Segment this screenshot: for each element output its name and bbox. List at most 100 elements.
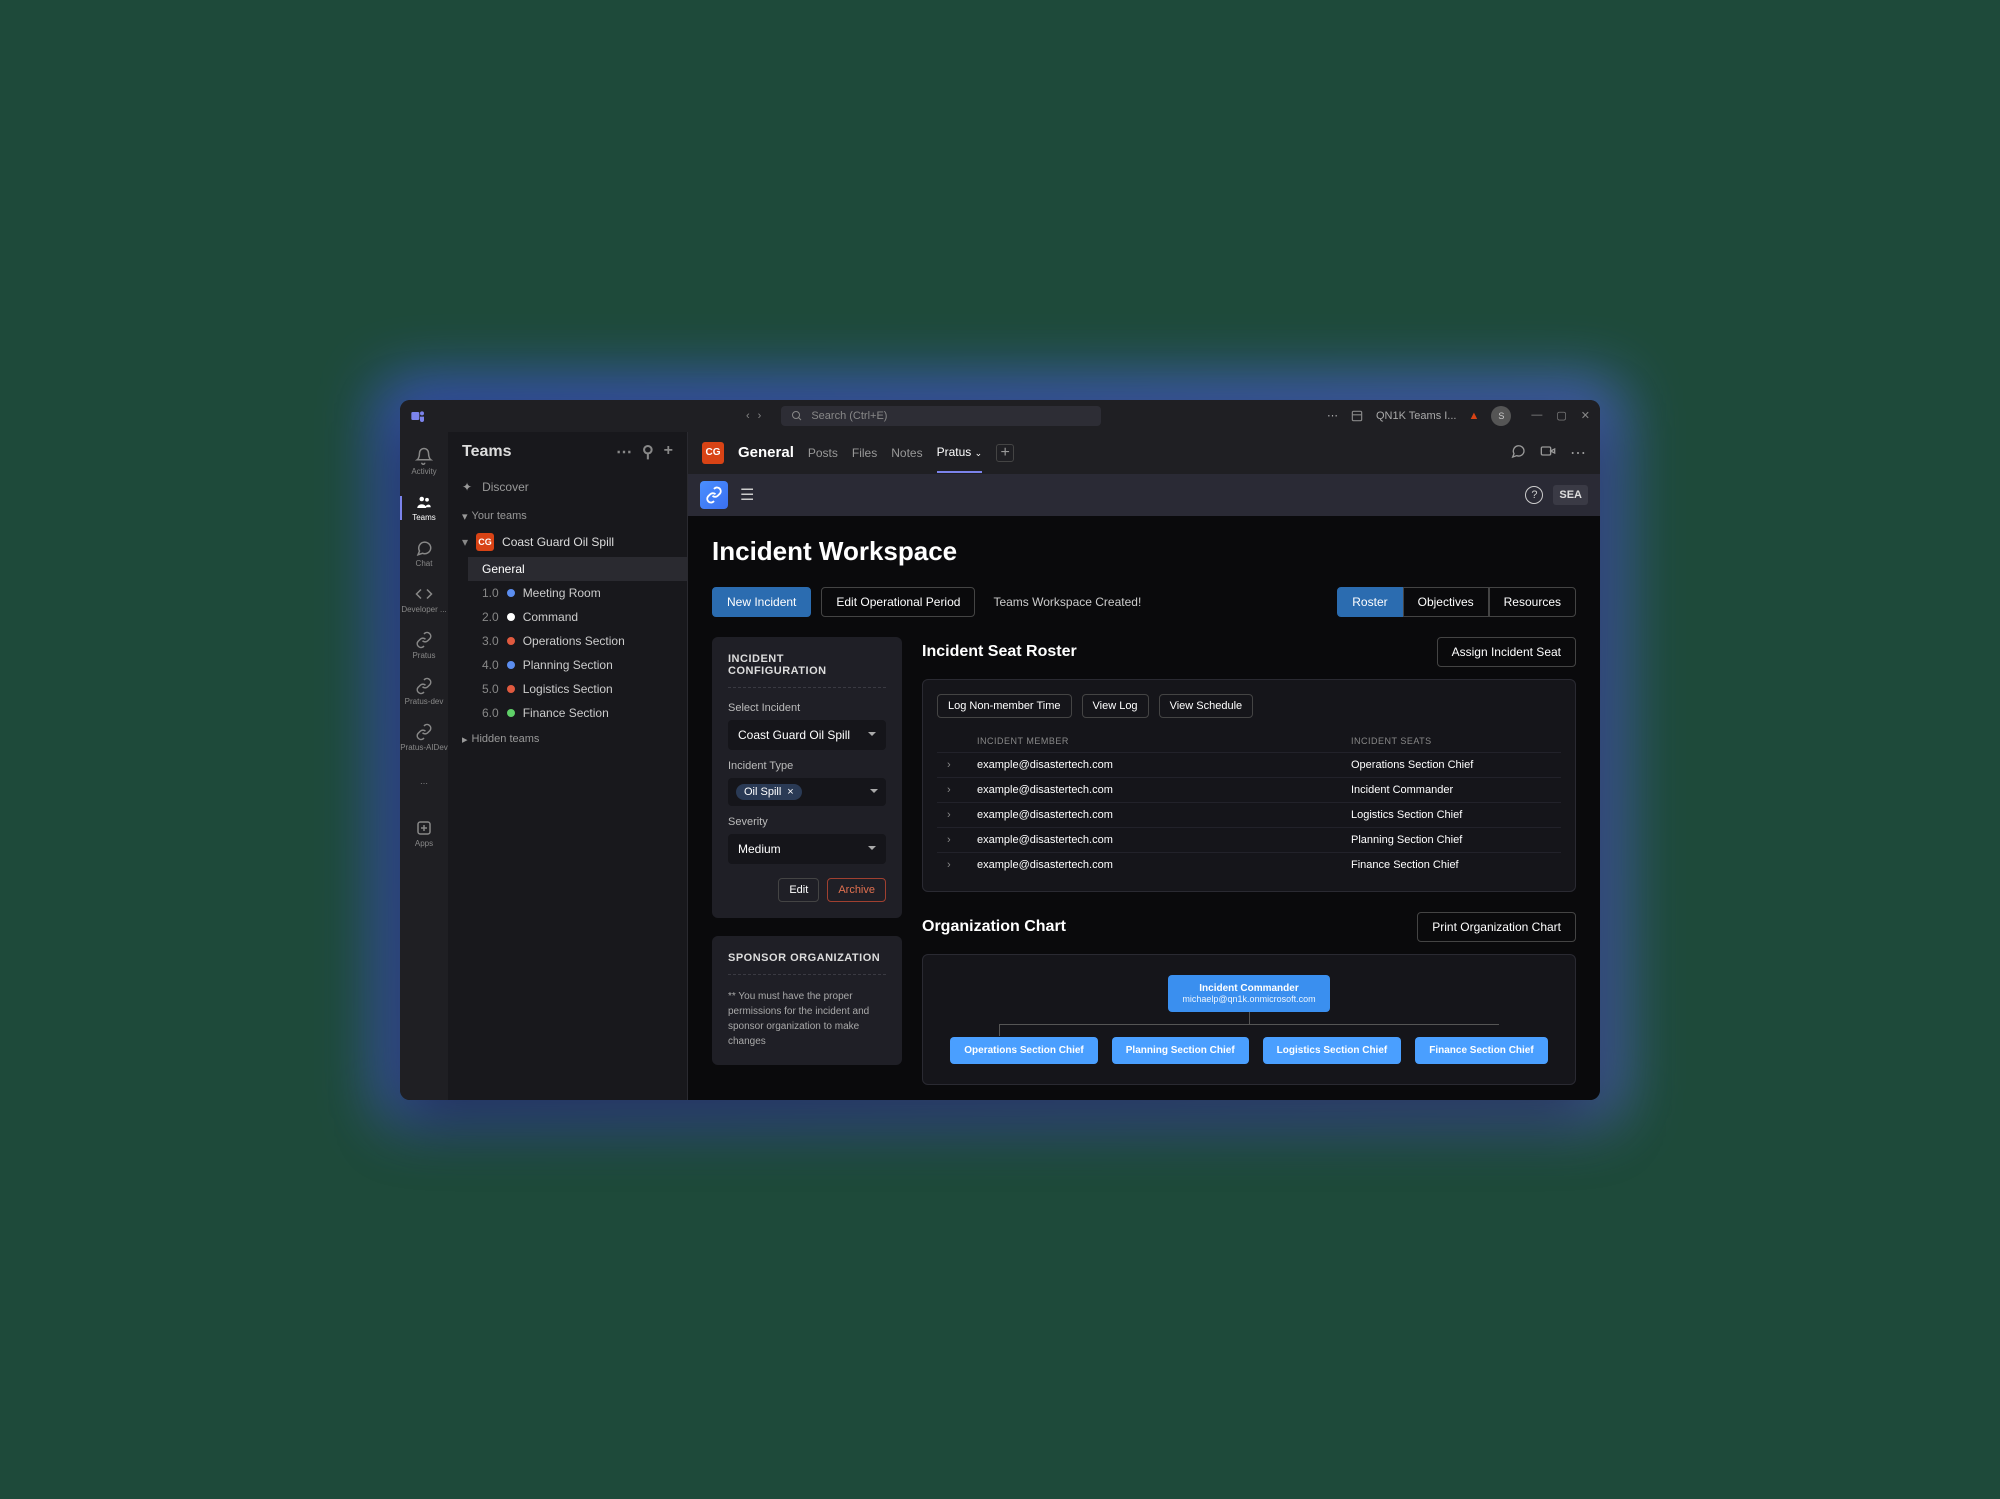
expand-icon[interactable]: ›: [947, 859, 951, 871]
add-team-icon[interactable]: +: [664, 442, 673, 462]
rail-activity[interactable]: Activity: [400, 440, 448, 484]
avatar[interactable]: S: [1491, 406, 1511, 426]
org-node[interactable]: Logistics Section Chief: [1263, 1037, 1402, 1064]
select-incident-dropdown[interactable]: Coast Guard Oil Spill: [728, 720, 886, 750]
org-node[interactable]: Planning Section Chief: [1112, 1037, 1249, 1064]
channel-header: CG General Posts Files Notes Pratus ⌄ + …: [688, 432, 1600, 474]
print-org-button[interactable]: Print Organization Chart: [1417, 912, 1576, 942]
message-icon[interactable]: [1510, 443, 1526, 459]
nav-forward-icon[interactable]: ›: [758, 410, 762, 422]
channel-item[interactable]: 5.0Logistics Section: [468, 677, 687, 701]
roster-card: Log Non-member Time View Log View Schedu…: [922, 679, 1576, 892]
view-tabs: Roster Objectives Resources: [1337, 587, 1576, 617]
rail-apps[interactable]: Apps: [400, 812, 448, 856]
discover-link[interactable]: ✦ Discover: [448, 472, 687, 502]
view-log-button[interactable]: View Log: [1082, 694, 1149, 718]
rail-teams[interactable]: Teams: [400, 486, 448, 530]
help-icon[interactable]: ?: [1525, 486, 1543, 504]
table-row: › example@disastertech.com Planning Sect…: [937, 827, 1561, 852]
chevron-down-icon: [868, 846, 876, 854]
select-incident-label: Select Incident: [728, 702, 886, 714]
channel-area: CG General Posts Files Notes Pratus ⌄ + …: [688, 432, 1600, 1100]
remove-tag-icon[interactable]: ×: [787, 786, 793, 798]
channel-item[interactable]: 6.0Finance Section: [468, 701, 687, 725]
tab-files[interactable]: Files: [852, 434, 877, 472]
table-row: › example@disastertech.com Operations Se…: [937, 752, 1561, 777]
hamburger-icon[interactable]: ☰: [740, 485, 754, 505]
more-icon[interactable]: ⋯: [616, 442, 632, 462]
expand-icon[interactable]: ›: [947, 784, 951, 796]
user-badge[interactable]: SEA: [1553, 485, 1588, 505]
more-icon[interactable]: ⋯: [1327, 409, 1338, 422]
rail-pratus-dev[interactable]: Pratus-dev: [400, 670, 448, 714]
expand-icon[interactable]: ›: [947, 834, 951, 846]
teams-sidebar: Teams ⋯ ⚲ + ✦ Discover ▾ Your teams ▾ CG…: [448, 432, 688, 1100]
org-node[interactable]: Finance Section Chief: [1415, 1037, 1547, 1064]
channel-item[interactable]: 2.0Command: [468, 605, 687, 629]
chevron-down-icon: ⌄: [975, 448, 983, 458]
expand-icon[interactable]: ›: [947, 759, 951, 771]
new-incident-button[interactable]: New Incident: [712, 587, 811, 617]
link-icon: [415, 723, 433, 741]
tab-notes[interactable]: Notes: [891, 434, 922, 472]
org-chart: Incident Commander michaelp@qn1k.onmicro…: [922, 954, 1576, 1085]
incident-config-card: INCIDENT CONFIGURATION Select Incident C…: [712, 637, 902, 918]
tab-roster[interactable]: Roster: [1337, 587, 1402, 617]
table-row: › example@disastertech.com Finance Secti…: [937, 852, 1561, 877]
severity-dropdown[interactable]: Medium: [728, 834, 886, 864]
incident-type-label: Incident Type: [728, 760, 886, 772]
search-placeholder: Search (Ctrl+E): [811, 410, 887, 422]
col-member-header: INCIDENT MEMBER: [977, 736, 1351, 746]
org-label[interactable]: QN1K Teams I...: [1376, 410, 1457, 422]
status-dot-icon: [507, 685, 515, 693]
maximize-icon[interactable]: ▢: [1556, 409, 1566, 422]
team-item[interactable]: ▾ CG Coast Guard Oil Spill: [448, 527, 687, 557]
table-row: › example@disastertech.com Incident Comm…: [937, 777, 1561, 802]
search-input[interactable]: Search (Ctrl+E): [781, 406, 1101, 426]
minimize-icon[interactable]: —: [1531, 409, 1542, 422]
nav-back-icon[interactable]: ‹: [746, 410, 750, 422]
tab-pratus[interactable]: Pratus ⌄: [937, 433, 983, 473]
sponsor-org-card: SPONSOR ORGANIZATION ** You must have th…: [712, 936, 902, 1065]
expand-icon[interactable]: ›: [947, 809, 951, 821]
more-icon[interactable]: ⋯: [1570, 443, 1586, 463]
status-dot-icon: [507, 709, 515, 717]
assign-seat-button[interactable]: Assign Incident Seat: [1437, 637, 1576, 667]
team-name: Coast Guard Oil Spill: [502, 535, 614, 549]
teams-window: ‹ › Search (Ctrl+E) ⋯ QN1K Teams I... ▲ …: [400, 400, 1600, 1100]
rail-chat[interactable]: Chat: [400, 532, 448, 576]
close-icon[interactable]: ✕: [1581, 409, 1590, 422]
view-schedule-button[interactable]: View Schedule: [1159, 694, 1254, 718]
rail-developer[interactable]: Developer ...: [400, 578, 448, 622]
edit-button[interactable]: Edit: [778, 878, 819, 902]
log-time-button[interactable]: Log Non-member Time: [937, 694, 1072, 718]
org-node-commander[interactable]: Incident Commander michaelp@qn1k.onmicro…: [1168, 975, 1329, 1012]
link-icon: [415, 677, 433, 695]
video-icon[interactable]: [1540, 443, 1556, 459]
tab-resources[interactable]: Resources: [1489, 587, 1576, 617]
filter-icon[interactable]: ⚲: [642, 442, 654, 462]
add-tab-button[interactable]: +: [996, 444, 1014, 462]
org-node[interactable]: Operations Section Chief: [950, 1037, 1097, 1064]
channel-item[interactable]: 1.0Meeting Room: [468, 581, 687, 605]
seat-cell: Incident Commander: [1351, 784, 1551, 796]
tab-objectives[interactable]: Objectives: [1403, 587, 1489, 617]
archive-button[interactable]: Archive: [827, 878, 886, 902]
tab-posts[interactable]: Posts: [808, 434, 838, 472]
channel-item[interactable]: 3.0Operations Section: [468, 629, 687, 653]
hidden-teams-section[interactable]: ▸ Hidden teams: [448, 725, 687, 750]
edit-period-button[interactable]: Edit Operational Period: [821, 587, 975, 617]
org-picker-icon[interactable]: [1350, 409, 1364, 423]
rail-pratus-aidev[interactable]: Pratus-AIDev: [400, 716, 448, 760]
rail-more[interactable]: ⋯: [400, 762, 448, 806]
incident-type-input[interactable]: Oil Spill ×: [728, 778, 886, 806]
channel-item[interactable]: 4.0Planning Section: [468, 653, 687, 677]
rail-pratus[interactable]: Pratus: [400, 624, 448, 668]
your-teams-section[interactable]: ▾ Your teams: [448, 502, 687, 527]
member-cell: example@disastertech.com: [977, 784, 1351, 796]
channel-item[interactable]: General: [468, 557, 687, 581]
member-cell: example@disastertech.com: [977, 834, 1351, 846]
people-icon: [415, 493, 433, 511]
member-cell: example@disastertech.com: [977, 759, 1351, 771]
incident-type-tag: Oil Spill ×: [736, 784, 802, 800]
